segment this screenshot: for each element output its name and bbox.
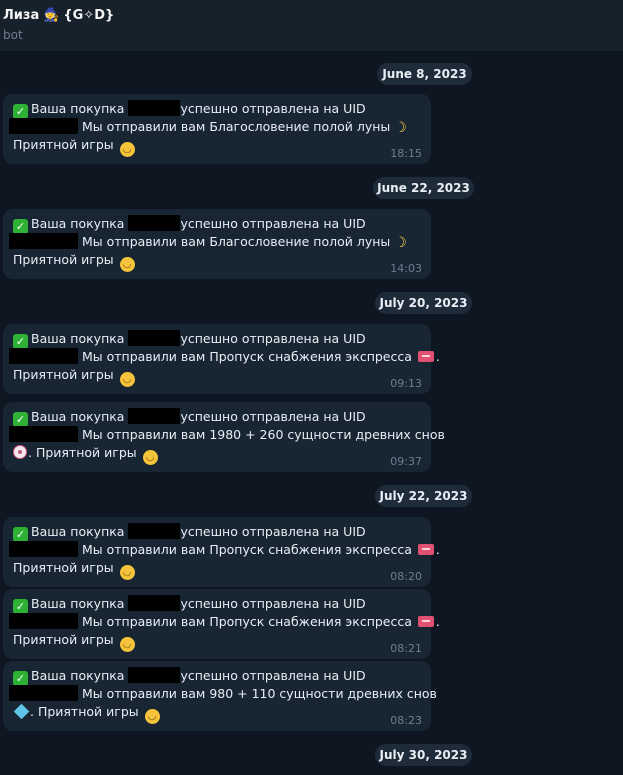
redacted-block bbox=[9, 426, 78, 442]
crescent-moon-icon: ☽ bbox=[394, 235, 407, 251]
date-separator: June 8, 2023 bbox=[377, 63, 472, 85]
redacted-block bbox=[9, 613, 78, 629]
date-separator: July 20, 2023 bbox=[375, 292, 472, 314]
dream-essence-orb-icon bbox=[13, 445, 27, 459]
smiley-icon: ◡ bbox=[119, 372, 135, 387]
smiley-icon: ◡ bbox=[119, 565, 135, 580]
smiley-icon: ◡ bbox=[119, 142, 135, 157]
date-separator: July 30, 2023 bbox=[375, 744, 472, 766]
chat-header[interactable]: Лиза 🧙 {G✧D} bot bbox=[0, 0, 623, 51]
ticket-icon bbox=[417, 616, 434, 627]
smiley-icon: ◡ bbox=[119, 637, 135, 652]
redacted-block bbox=[128, 100, 181, 116]
message-bubble[interactable]: ✓ Ваша покупка успешно отправлена на UID … bbox=[3, 589, 440, 659]
wizard-emoji-icon: 🧙 bbox=[43, 7, 60, 23]
message-bubble[interactable]: ✓ Ваша покупка успешно отправлена на UID … bbox=[3, 402, 445, 472]
smiley-icon: ◡ bbox=[142, 450, 158, 465]
crescent-moon-icon: ☽ bbox=[394, 120, 407, 136]
redacted-block bbox=[128, 330, 181, 346]
message-bubble[interactable]: ✓ Ваша покупка успешно отправлена на UID … bbox=[3, 661, 437, 731]
redacted-block bbox=[128, 215, 181, 231]
chat-tag: {G✧D} bbox=[63, 7, 115, 23]
date-separator: June 22, 2023 bbox=[373, 177, 474, 199]
chat-name: Лиза bbox=[3, 7, 40, 23]
message-time: 09:37 bbox=[390, 455, 422, 468]
chat-subtitle: bot bbox=[3, 28, 23, 42]
smiley-icon: ◡ bbox=[144, 709, 160, 724]
check-mark-icon: ✓ bbox=[13, 412, 28, 427]
date-separator: July 22, 2023 bbox=[375, 485, 472, 507]
check-mark-icon: ✓ bbox=[13, 599, 28, 614]
check-mark-icon: ✓ bbox=[13, 334, 28, 349]
redacted-block bbox=[9, 685, 78, 701]
message-bubble[interactable]: ✓ Ваша покупка успешно отправлена на UID … bbox=[3, 324, 440, 394]
check-mark-icon: ✓ bbox=[13, 104, 28, 119]
message-time: 14:03 bbox=[390, 262, 422, 275]
message-time: 08:21 bbox=[390, 642, 422, 655]
redacted-block bbox=[128, 595, 181, 611]
check-mark-icon: ✓ bbox=[13, 219, 28, 234]
ticket-icon bbox=[417, 544, 434, 555]
message-bubble[interactable]: ✓ Ваша покупка успешно отправлена на UID … bbox=[3, 209, 431, 279]
message-list[interactable]: June 8, 2023 ✓ Ваша покупка успешно отпра… bbox=[0, 51, 623, 775]
smiley-icon: ◡ bbox=[119, 257, 135, 272]
message-bubble[interactable]: ✓ Ваша покупка успешно отправлена на UID … bbox=[3, 94, 431, 164]
redacted-block bbox=[9, 541, 78, 557]
redacted-block bbox=[9, 118, 78, 134]
ticket-icon bbox=[417, 351, 434, 362]
redacted-block bbox=[128, 523, 181, 539]
blue-gem-icon bbox=[13, 703, 30, 720]
message-time: 08:23 bbox=[390, 714, 422, 727]
redacted-block bbox=[9, 233, 78, 249]
redacted-block bbox=[9, 348, 78, 364]
chat-title: Лиза 🧙 {G✧D} bbox=[3, 6, 623, 24]
message-time: 08:20 bbox=[390, 570, 422, 583]
message-bubble[interactable]: ✓ Ваша покупка успешно отправлена на UID … bbox=[3, 517, 440, 587]
message-time: 18:15 bbox=[390, 147, 422, 160]
message-time: 09:13 bbox=[390, 377, 422, 390]
redacted-block bbox=[128, 667, 181, 683]
redacted-block bbox=[128, 408, 181, 424]
check-mark-icon: ✓ bbox=[13, 527, 28, 542]
check-mark-icon: ✓ bbox=[13, 671, 28, 686]
